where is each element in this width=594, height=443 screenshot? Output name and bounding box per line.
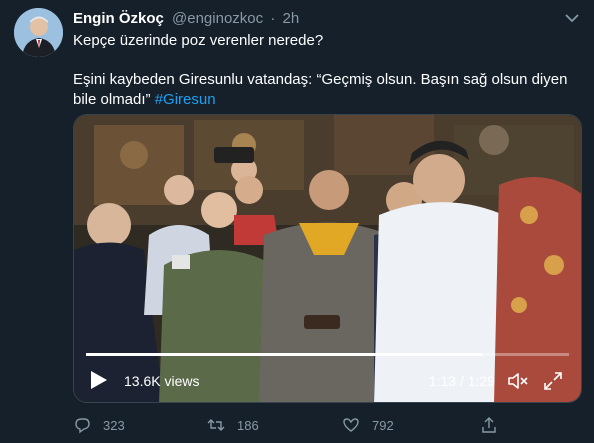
separator: · xyxy=(270,10,276,27)
avatar[interactable] xyxy=(14,8,63,57)
reply-action[interactable]: 323 xyxy=(73,414,125,436)
progress-fill xyxy=(86,353,483,356)
share-action[interactable] xyxy=(480,414,498,436)
reply-icon xyxy=(75,418,90,434)
user-handle[interactable]: @enginozkoc xyxy=(172,10,263,27)
play-icon[interactable] xyxy=(90,370,108,390)
display-name[interactable]: Engin Özkoç xyxy=(73,10,164,27)
like-action[interactable]: 792 xyxy=(342,414,394,436)
reply-count: 323 xyxy=(103,417,125,433)
like-icon xyxy=(343,418,359,432)
volume-icon[interactable] xyxy=(507,371,529,391)
tweet-header: Engin Özkoç @enginozkoc · 2h xyxy=(73,10,299,27)
tweet-text-line2: Eşini kaybeden Giresunlu vatandaş: “Geçm… xyxy=(73,70,583,110)
avatar-image xyxy=(14,8,63,57)
tweet-time[interactable]: 2h xyxy=(282,10,299,27)
view-count: 13.6K views xyxy=(124,373,200,389)
tweet-actions: 323 186 792 xyxy=(0,414,594,436)
fullscreen-icon[interactable] xyxy=(543,371,563,391)
video-frame xyxy=(74,115,581,402)
hashtag-link[interactable]: #Giresun xyxy=(155,91,216,108)
chevron-down-icon[interactable] xyxy=(564,10,580,26)
retweet-action[interactable]: 186 xyxy=(207,414,259,436)
tweet-text-line1: Kepçe üzerinde poz verenler nerede? xyxy=(73,32,324,49)
video-time: 1:13 / 1:29 xyxy=(428,373,495,389)
like-count: 792 xyxy=(372,417,394,433)
retweet-count: 186 xyxy=(237,417,259,433)
retweet-icon xyxy=(207,419,225,431)
share-icon xyxy=(482,417,496,433)
quote-text: Eşini kaybeden Giresunlu vatandaş: “Geçm… xyxy=(73,71,568,108)
video-player[interactable]: 13.6K views 1:13 / 1:29 xyxy=(73,114,582,403)
progress-bar[interactable] xyxy=(86,353,569,356)
